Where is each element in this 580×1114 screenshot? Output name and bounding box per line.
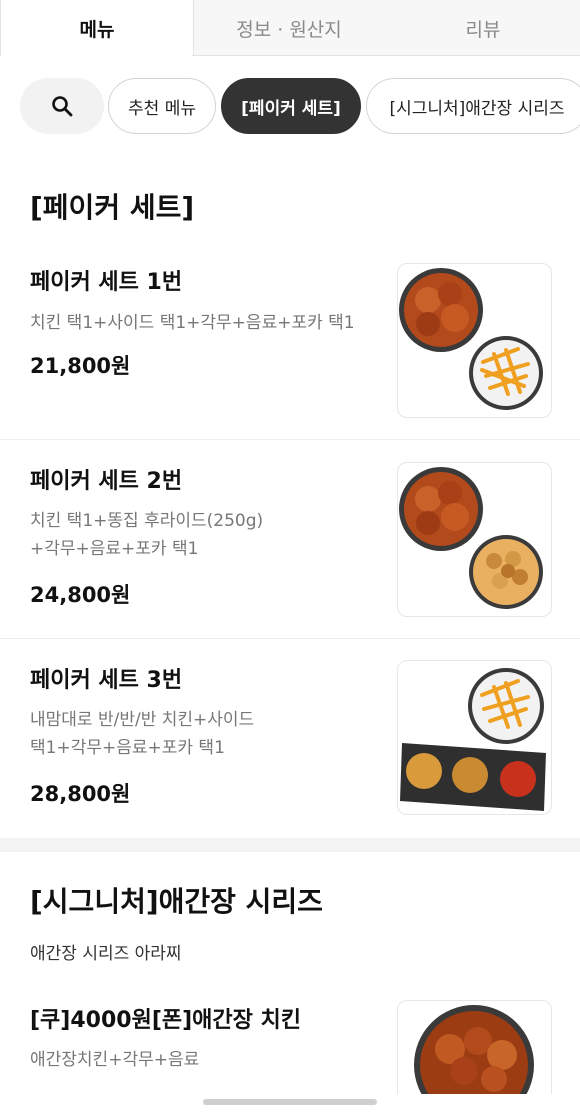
- item-name: [쿠]4000원[폰]애간장 치킨: [30, 1008, 302, 1033]
- fries-and-three-chicken-plates-image: [400, 668, 546, 811]
- search-button[interactable]: [20, 78, 104, 134]
- section-title-signature: [시그니처]애간장 시리즈: [30, 885, 323, 918]
- chip-signature-aeganjang[interactable]: [시그니처]애간장 시리즈: [366, 78, 580, 134]
- item-name: 페이커 세트 2번: [30, 469, 183, 494]
- item-desc: 치킨 택1+사이드 택1+각무+음료+포카 택1: [30, 309, 380, 337]
- item-name: 페이커 세트 1번: [30, 270, 183, 295]
- top-tab-bar: 메뉴 정보 · 원산지 리뷰: [0, 0, 580, 56]
- item-price: 21,800원: [30, 354, 131, 378]
- home-indicator: [203, 1099, 377, 1105]
- item-price: 24,800원: [30, 583, 131, 607]
- category-chip-row: 추천 메뉴 [페이커 세트] [시그니처]애간장 시리즈: [0, 76, 580, 136]
- item-desc: 애간장치킨+각무+음료: [30, 1046, 380, 1074]
- item-desc-line: 애간장치킨+각무+음료: [30, 1050, 200, 1070]
- soy-glazed-chicken-image: [414, 1005, 534, 1094]
- item-name: 페이커 세트 3번: [30, 668, 183, 693]
- item-divider: [0, 638, 580, 639]
- tab-reviews[interactable]: 리뷰: [386, 0, 580, 56]
- item-desc: 치킨 택1+똥집 후라이드(250g) +각무+음료+포카 택1: [30, 507, 380, 563]
- item-desc-line: 내맘대로 반/반/반 치킨+사이드: [30, 710, 255, 730]
- item-thumbnail: [397, 263, 552, 418]
- tab-menu[interactable]: 메뉴: [0, 0, 194, 56]
- tab-divider: [192, 55, 580, 56]
- item-thumbnail: [397, 462, 552, 617]
- search-icon: [52, 96, 73, 117]
- fried-chicken-and-gizzards-image: [399, 467, 543, 609]
- item-thumbnail: [397, 660, 552, 815]
- item-price: 28,800원: [30, 782, 131, 806]
- item-desc-line: 치킨 택1+사이드 택1+각무+음료+포카 택1: [30, 313, 355, 333]
- item-divider: [0, 439, 580, 440]
- item-desc: 내맘대로 반/반/반 치킨+사이드 택1+각무+음료+포카 택1: [30, 706, 380, 762]
- section-gap: [0, 838, 580, 852]
- section-title-faker-set: [페이커 세트]: [30, 191, 195, 224]
- chip-recommended[interactable]: 추천 메뉴: [108, 78, 216, 134]
- tab-info-origin[interactable]: 정보 · 원산지: [192, 0, 386, 56]
- item-thumbnail: [397, 1000, 552, 1094]
- section-subtitle: 애간장 시리즈 아라찌: [30, 944, 182, 964]
- chip-faker-set[interactable]: [페이커 세트]: [221, 78, 361, 134]
- item-desc-line: 치킨 택1+똥집 후라이드(250g): [30, 511, 264, 531]
- fried-chicken-and-fries-image: [399, 268, 543, 410]
- item-desc-line: 택1+각무+음료+포카 택1: [30, 738, 225, 758]
- item-desc-line: +각무+음료+포카 택1: [30, 539, 199, 559]
